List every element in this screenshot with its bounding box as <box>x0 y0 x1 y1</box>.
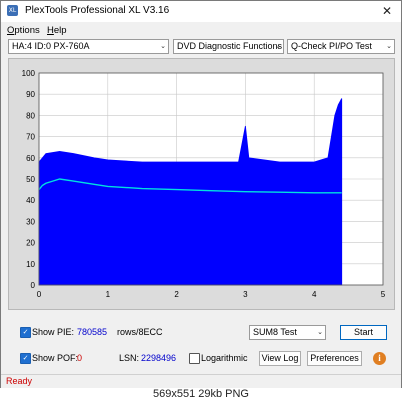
status-bar: Ready <box>1 374 401 388</box>
drive-select-value: HA:4 ID:0 PX-760A <box>12 41 90 51</box>
status-text: Ready <box>6 376 33 386</box>
test-select-value: Q-Check PI/PO Test <box>291 41 372 51</box>
y-tick-label: 70 <box>26 133 35 142</box>
view-log-button[interactable]: View Log <box>259 351 301 366</box>
pie-value: 780585 <box>77 327 108 337</box>
x-tick-label: 1 <box>106 290 111 299</box>
menu-bar: Options Help <box>1 22 401 38</box>
x-tick-label: 2 <box>174 290 179 299</box>
rows-label: rows/8ECC <box>117 327 163 337</box>
menu-help[interactable]: Help <box>47 25 67 36</box>
y-tick-label: 30 <box>26 217 35 226</box>
function-select[interactable]: DVD Diagnostic Functions ⌄ <box>173 39 284 54</box>
test-select[interactable]: Q-Check PI/PO Test ⌄ <box>287 39 395 54</box>
pof-value: 0 <box>77 353 83 363</box>
preferences-button[interactable]: Preferences <box>307 351 362 366</box>
start-button[interactable]: Start <box>340 325 387 340</box>
y-tick-label: 40 <box>26 196 35 205</box>
chevron-down-icon: ⌄ <box>317 328 323 336</box>
info-icon[interactable]: i <box>373 352 386 365</box>
pi-chart: 0 10 20 30 40 50 60 70 80 90 100 0 1 2 3 4 5 <box>22 69 386 299</box>
show-pie-label: Show PIE: <box>32 327 75 337</box>
x-tick-label: 4 <box>312 290 317 299</box>
y-tick-label: 100 <box>22 69 36 78</box>
sum-test-value: SUM8 Test <box>253 327 297 337</box>
y-tick-label: 0 <box>31 281 36 290</box>
x-tick-label: 3 <box>243 290 248 299</box>
y-tick-label: 60 <box>26 154 35 163</box>
x-tick-label: 0 <box>37 290 42 299</box>
x-tick-label: 5 <box>381 290 386 299</box>
close-icon[interactable]: ✕ <box>379 3 395 19</box>
show-pie-checkbox[interactable]: ✓ <box>20 327 31 338</box>
logarithmic-checkbox[interactable] <box>189 353 200 364</box>
drive-select[interactable]: HA:4 ID:0 PX-760A ⌄ <box>8 39 169 54</box>
chevron-down-icon: ⌄ <box>160 42 166 50</box>
window-title: PlexTools Professional XL V3.16 <box>25 5 170 16</box>
app-window: XL PlexTools Professional XL V3.16 ✕ Opt… <box>0 0 402 388</box>
app-icon: XL <box>7 5 18 16</box>
y-tick-label: 10 <box>26 260 35 269</box>
image-caption: 569x551 29kb PNG <box>152 388 249 400</box>
show-pof-checkbox[interactable]: ✓ <box>20 353 31 364</box>
y-tick-label: 90 <box>26 90 35 99</box>
show-pof-label: Show POF: <box>32 353 79 363</box>
lsn-value: 2298496 <box>141 353 177 363</box>
menu-options[interactable]: Options <box>7 25 40 36</box>
function-select-value: DVD Diagnostic Functions <box>177 41 283 51</box>
lsn-label: LSN: <box>119 353 140 363</box>
title-bar: XL PlexTools Professional XL V3.16 ✕ <box>1 1 401 22</box>
y-tick-label: 80 <box>26 111 35 120</box>
sum-test-select[interactable]: SUM8 Test ⌄ <box>249 325 326 340</box>
y-tick-label: 50 <box>26 175 35 184</box>
y-tick-label: 20 <box>26 239 35 248</box>
chevron-down-icon: ⌄ <box>386 42 392 50</box>
chevron-down-icon: ⌄ <box>275 42 281 50</box>
chart-panel: 0 10 20 30 40 50 60 70 80 90 100 0 1 2 3 4 5 <box>8 58 395 310</box>
logarithmic-label: Logarithmic <box>201 353 248 363</box>
